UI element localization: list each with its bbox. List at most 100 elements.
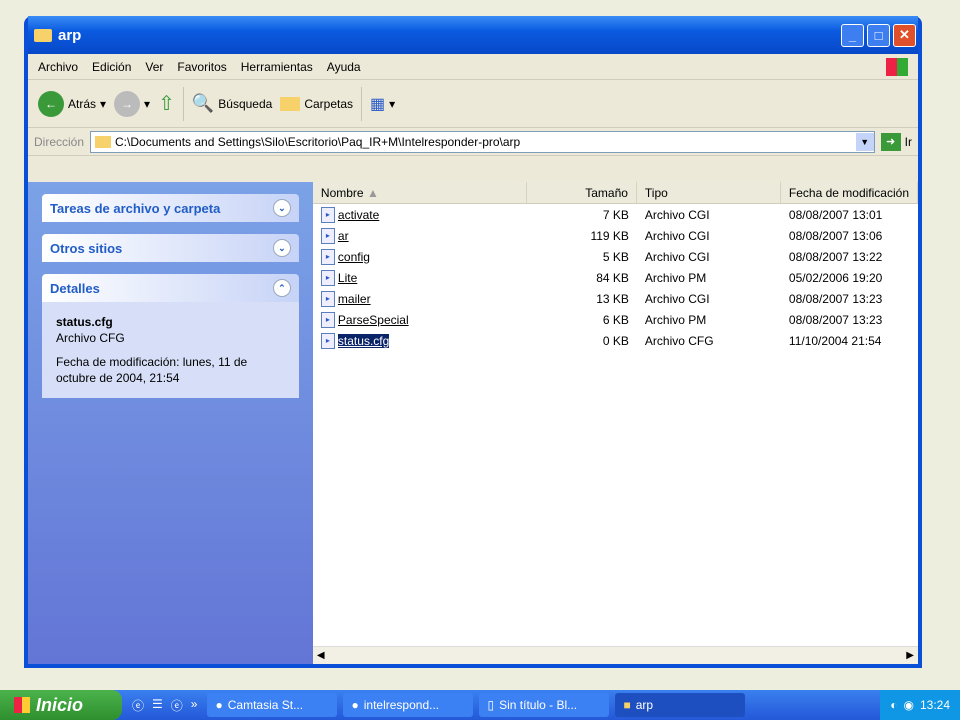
file-type: Archivo CGI: [644, 249, 710, 264]
ie-icon[interactable]: ⓔ: [132, 697, 144, 714]
file-name[interactable]: ar: [338, 229, 349, 243]
folders-button[interactable]: Carpetas: [280, 96, 353, 111]
file-icon: ▸: [320, 311, 335, 328]
details-body: status.cfg Archivo CFG Fecha de modifica…: [42, 302, 299, 398]
minimize-button[interactable]: _: [841, 23, 864, 47]
file-icon: ▸: [320, 206, 335, 223]
file-name[interactable]: status.cfg: [337, 333, 390, 348]
views-icon: ▦: [370, 95, 386, 113]
scroll-right-icon[interactable]: ▶: [906, 650, 914, 661]
forward-button[interactable]: → ▾: [114, 90, 150, 117]
details-header[interactable]: Detalles ⌃: [42, 274, 299, 302]
taskbar-item-arp[interactable]: ■ arp: [615, 693, 746, 717]
back-button[interactable]: ← Atrás ▾: [38, 90, 106, 117]
file-row[interactable]: ▸ ar 119 KB Archivo CGI 08/08/2007 13:06: [313, 225, 918, 246]
chevron-up-icon[interactable]: ⌃: [272, 279, 291, 297]
go-button[interactable]: ➜ Ir: [880, 132, 912, 151]
app-icon: ●: [215, 698, 223, 712]
forward-arrow-icon: →: [114, 90, 141, 117]
taskbar-item-firefox[interactable]: ● intelrespond...: [343, 693, 474, 717]
up-folder-icon[interactable]: ⇧: [158, 91, 175, 116]
chevron-down-icon[interactable]: ⌄: [272, 199, 291, 217]
menu-ver[interactable]: Ver: [145, 60, 163, 74]
file-name[interactable]: mailer: [338, 292, 371, 306]
menu-archivo[interactable]: Archivo: [38, 60, 78, 74]
file-size: 13 KB: [596, 291, 629, 306]
file-tasks-header[interactable]: Tareas de archivo y carpeta ⌄: [42, 194, 299, 222]
close-button[interactable]: ✕: [893, 23, 916, 47]
file-name[interactable]: Lite: [338, 271, 357, 285]
tray-icon[interactable]: ◐: [890, 698, 897, 712]
taskbar-item-camtasia[interactable]: ● Camtasia St...: [207, 693, 338, 717]
file-type: Archivo CFG: [644, 333, 714, 348]
clock: 13:24: [919, 698, 950, 712]
other-places-title: Otros sitios: [50, 240, 123, 256]
detail-name: status.cfg: [56, 315, 113, 329]
address-input[interactable]: C:\Documents and Settings\Silo\Escritori…: [90, 130, 875, 153]
scroll-left-icon[interactable]: ◀: [317, 650, 325, 661]
column-type[interactable]: Tipo: [637, 182, 781, 203]
file-date: 08/08/2007 13:06: [788, 228, 883, 243]
menu-herramientas[interactable]: Herramientas: [241, 60, 313, 74]
file-row[interactable]: ▸ activate 7 KB Archivo CGI 08/08/2007 13:01: [313, 204, 918, 225]
sort-asc-icon: ▲: [366, 186, 379, 200]
file-date: 11/10/2004 21:54: [788, 333, 882, 348]
maximize-button[interactable]: □: [867, 23, 890, 47]
chevron-down-icon[interactable]: ⌄: [272, 239, 291, 257]
windows-logo-icon: [14, 697, 30, 713]
folder-icon: [95, 135, 112, 148]
windows-logo-icon: [886, 57, 908, 76]
taskbar-item-label: Sin título - Bl...: [499, 698, 578, 712]
column-name-label: Nombre: [320, 186, 364, 200]
system-tray: ◐ ◉ 13:24: [880, 690, 960, 720]
search-button[interactable]: 🔍 Búsqueda: [192, 93, 272, 114]
expand-icon[interactable]: »: [191, 697, 198, 714]
menu-favoritos[interactable]: Favoritos: [177, 60, 226, 74]
menu-edicion[interactable]: Edición: [92, 60, 131, 74]
file-date: 08/08/2007 13:01: [788, 207, 883, 222]
file-icon: ▸: [320, 332, 335, 349]
file-type: Archivo PM: [644, 312, 707, 327]
file-row[interactable]: ▸ status.cfg 0 KB Archivo CFG 11/10/2004 21:…: [313, 330, 918, 351]
column-name[interactable]: Nombre ▲: [313, 182, 527, 203]
menu-bar: Archivo Edición Ver Favoritos Herramient…: [28, 54, 918, 80]
menu-ayuda[interactable]: Ayuda: [327, 60, 361, 74]
file-icon: ▸: [320, 227, 335, 244]
file-type: Archivo CGI: [644, 228, 710, 243]
taskbar-item-label: intelrespond...: [363, 698, 440, 712]
file-size: 0 KB: [602, 333, 629, 348]
tray-icon[interactable]: ◉: [903, 698, 913, 712]
details-title: Detalles: [50, 280, 100, 296]
taskbar: Inicio ⓔ ☰ ⓔ » ● Camtasia St... ● intelrespon…: [0, 690, 960, 720]
file-row[interactable]: ▸ mailer 13 KB Archivo CGI 08/08/2007 13:23: [313, 288, 918, 309]
horizontal-scrollbar[interactable]: ◀ ▶: [312, 646, 918, 664]
file-name[interactable]: ParseSpecial: [338, 313, 409, 327]
file-date: 08/08/2007 13:22: [788, 249, 883, 264]
other-places-header[interactable]: Otros sitios ⌄: [42, 234, 299, 262]
file-size: 6 KB: [602, 312, 629, 327]
detail-type: Archivo CFG: [56, 331, 125, 345]
detail-date: Fecha de modificación: lunes, 11 de octu…: [56, 355, 248, 385]
column-headers: Nombre ▲ Tamaño Tipo Fecha de modificaci…: [312, 182, 918, 204]
ie-icon[interactable]: ⓔ: [171, 697, 183, 714]
file-size: 5 KB: [602, 249, 629, 264]
file-type: Archivo PM: [644, 270, 707, 285]
start-button[interactable]: Inicio: [0, 690, 122, 720]
title-bar[interactable]: arp _ □ ✕: [28, 16, 918, 54]
window-title: arp: [58, 26, 82, 44]
views-button[interactable]: ▦ ▾: [370, 94, 395, 114]
file-name[interactable]: config: [338, 250, 370, 264]
column-date[interactable]: Fecha de modificación: [781, 182, 918, 203]
file-row[interactable]: ▸ ParseSpecial 6 KB Archivo PM 08/08/2007 13…: [313, 309, 918, 330]
file-row[interactable]: ▸ Lite 84 KB Archivo PM 05/02/2006 19:20: [313, 267, 918, 288]
taskbar-item-notepad[interactable]: ▯ Sin título - Bl...: [479, 693, 610, 717]
column-size[interactable]: Tamaño: [527, 182, 637, 203]
file-tasks-title: Tareas de archivo y carpeta: [50, 200, 221, 216]
file-name[interactable]: activate: [338, 208, 379, 222]
file-type: Archivo CGI: [644, 207, 710, 222]
desktop-icon[interactable]: ☰: [152, 697, 163, 714]
folder-icon: [34, 28, 52, 42]
toolbar: ← Atrás ▾ → ▾ ⇧ 🔍 Búsqueda Carpetas ▦ ▾: [28, 80, 918, 128]
address-dropdown-icon[interactable]: ▼: [855, 132, 874, 151]
file-row[interactable]: ▸ config 5 KB Archivo CGI 08/08/2007 13:22: [313, 246, 918, 267]
